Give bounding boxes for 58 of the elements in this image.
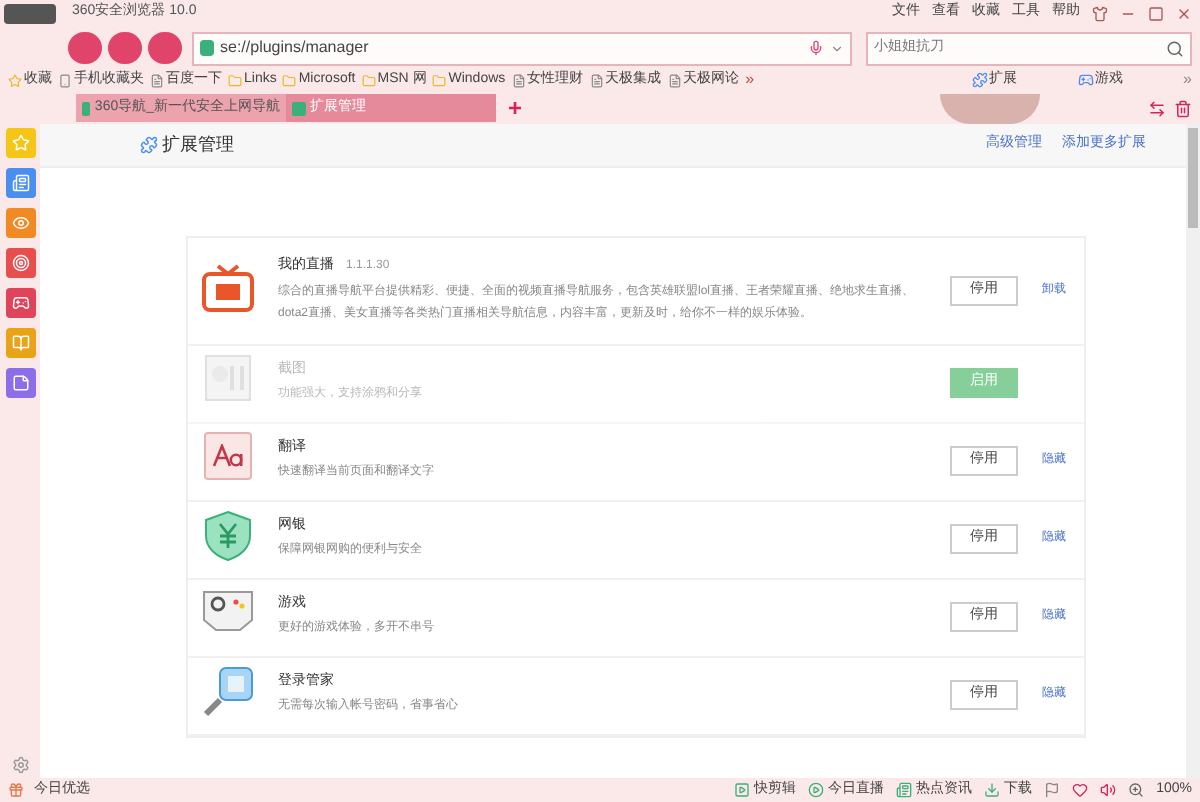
close-icon[interactable] [1176, 5, 1192, 21]
star-icon [11, 134, 29, 152]
phone-icon [58, 73, 72, 87]
shield-icon [204, 509, 252, 561]
sidebar-button[interactable] [5, 288, 35, 318]
star-icon [8, 73, 22, 87]
trash-icon[interactable] [1174, 100, 1192, 118]
caret-icon[interactable] [830, 41, 844, 55]
gamepad-icon [1077, 72, 1094, 88]
page-title: 扩展管理 [162, 131, 234, 158]
tab-icon [292, 101, 306, 115]
zoom-icon[interactable] [1128, 782, 1145, 798]
key-icon [202, 665, 254, 717]
sidebar-button[interactable] [5, 168, 35, 198]
news-icon [896, 782, 913, 798]
shield-icon [200, 40, 214, 56]
page-icon [511, 73, 526, 87]
sidebar-button[interactable] [5, 208, 35, 238]
volume-icon[interactable] [1100, 782, 1117, 798]
gamepad-icon [11, 294, 29, 312]
puzzle-icon [140, 136, 158, 154]
gamepad-icon [202, 587, 254, 631]
skin-photo-placeholder [940, 94, 1040, 124]
folder-icon [228, 73, 242, 87]
folder-icon [282, 73, 297, 87]
search-icon[interactable] [1166, 39, 1184, 57]
video-icon [734, 782, 751, 798]
swap-icon[interactable] [1148, 100, 1166, 118]
play-icon [808, 782, 825, 798]
folder-icon [361, 73, 376, 87]
skin-icon[interactable] [1092, 5, 1108, 21]
scrollbar[interactable] [1186, 124, 1200, 778]
puzzle-icon [971, 72, 988, 88]
page-icon [589, 73, 604, 87]
page-icon [150, 73, 164, 87]
sidebar-button[interactable] [5, 328, 35, 358]
settings-icon[interactable] [11, 756, 29, 774]
target-icon [11, 254, 29, 272]
address-field[interactable]: se://plugins/manager [192, 31, 852, 65]
download-icon [984, 782, 1001, 798]
sidebar-button[interactable] [5, 248, 35, 278]
page-icon [667, 73, 682, 87]
tv-icon [202, 264, 254, 312]
note-icon [11, 374, 29, 392]
tab-icon [82, 101, 91, 115]
sidebar-button[interactable] [5, 368, 35, 398]
translate-icon [204, 431, 252, 479]
microphone-icon[interactable] [808, 40, 824, 56]
more-bookmarks[interactable]: » [745, 68, 755, 92]
eye-icon [11, 214, 29, 232]
flag-icon[interactable] [1044, 782, 1061, 798]
book-icon [11, 334, 29, 352]
folder-icon [432, 73, 447, 87]
maximize-icon[interactable] [1148, 5, 1164, 21]
news-icon [11, 174, 29, 192]
gift-icon [8, 782, 24, 798]
new-tab-button[interactable]: + [508, 94, 523, 122]
picture-icon [204, 353, 252, 401]
